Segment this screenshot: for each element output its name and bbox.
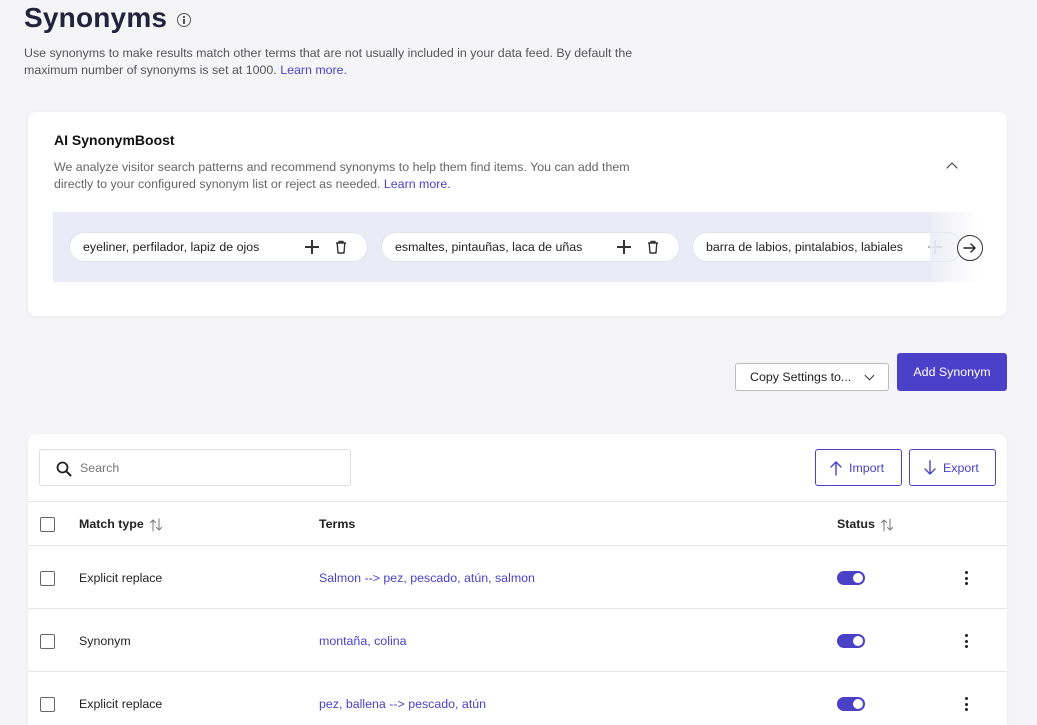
trash-icon[interactable] bbox=[647, 240, 659, 254]
table-header: Match type Terms Status bbox=[28, 501, 1007, 546]
suggestion-chip: eyeliner, perfilador, lapiz de ojos bbox=[69, 232, 368, 262]
info-icon[interactable] bbox=[177, 13, 192, 27]
match-type-label: Match type bbox=[79, 517, 144, 531]
trash-icon[interactable] bbox=[335, 240, 347, 254]
copy-settings-select[interactable]: Copy Settings to... bbox=[735, 363, 889, 391]
boost-title: AI SynonymBoost bbox=[54, 132, 175, 148]
ai-synonym-boost-card: AI SynonymBoost We analyze visitor searc… bbox=[28, 112, 1007, 316]
match-type-cell: Synonym bbox=[79, 634, 131, 648]
more-options-icon[interactable] bbox=[962, 696, 970, 712]
more-options-icon[interactable] bbox=[962, 633, 970, 649]
table-row: Explicit replace pez, ballena --> pescad… bbox=[28, 672, 1007, 725]
terms-link[interactable]: montaña, colina bbox=[319, 634, 406, 648]
row-checkbox[interactable] bbox=[40, 634, 55, 649]
search-field[interactable] bbox=[39, 449, 351, 486]
column-header-status[interactable]: Status bbox=[837, 517, 894, 532]
more-options-icon[interactable] bbox=[962, 570, 970, 586]
status-toggle[interactable] bbox=[837, 697, 865, 711]
arrow-down-icon bbox=[924, 459, 936, 475]
status-toggle[interactable] bbox=[837, 634, 865, 648]
select-all-checkbox[interactable] bbox=[40, 517, 55, 532]
arrow-right-icon[interactable] bbox=[957, 235, 983, 261]
suggestion-text: esmaltes, pintauñas, laca de uñas bbox=[395, 240, 583, 254]
search-input[interactable] bbox=[80, 458, 340, 478]
plus-icon[interactable] bbox=[305, 240, 319, 254]
table-row: Synonym montaña, colina bbox=[28, 609, 1007, 672]
column-header-terms: Terms bbox=[319, 517, 356, 531]
boost-description-text: We analyze visitor search patterns and r… bbox=[54, 160, 630, 191]
synonyms-table-card: Import Export Match type Terms Status Ex… bbox=[28, 434, 1007, 725]
suggestion-text: eyeliner, perfilador, lapiz de ojos bbox=[83, 240, 260, 254]
import-button[interactable]: Import bbox=[815, 449, 902, 486]
status-toggle[interactable] bbox=[837, 571, 865, 585]
suggestion-chip: esmaltes, pintauñas, laca de uñas bbox=[381, 232, 680, 262]
export-label: Export bbox=[943, 460, 979, 475]
suggestion-text: barra de labios, pintalabios, labiales bbox=[706, 240, 903, 254]
row-checkbox[interactable] bbox=[40, 697, 55, 712]
page-description: Use synonyms to make results match other… bbox=[24, 45, 684, 79]
search-icon bbox=[56, 461, 72, 477]
import-label: Import bbox=[849, 460, 885, 475]
page-header: Synonyms bbox=[24, 2, 192, 34]
sort-icon bbox=[881, 518, 894, 532]
table-row: Explicit replace Salmon --> pez, pescado… bbox=[28, 546, 1007, 609]
sort-icon bbox=[150, 518, 163, 532]
boost-description: We analyze visitor search patterns and r… bbox=[54, 159, 654, 193]
page-title: Synonyms bbox=[24, 2, 168, 33]
row-checkbox[interactable] bbox=[40, 571, 55, 586]
add-synonym-button[interactable]: Add Synonym bbox=[897, 353, 1007, 391]
terms-link[interactable]: Salmon --> pez, pescado, atún, salmon bbox=[319, 571, 535, 585]
copy-settings-label: Copy Settings to... bbox=[750, 370, 852, 384]
chevron-up-icon[interactable] bbox=[943, 158, 961, 176]
export-button[interactable]: Export bbox=[909, 449, 996, 486]
match-type-cell: Explicit replace bbox=[79, 571, 163, 585]
boost-learn-more-link[interactable]: Learn more. bbox=[384, 177, 451, 191]
plus-icon[interactable] bbox=[617, 240, 631, 254]
suggestion-chip: barra de labios, pintalabios, labiales bbox=[692, 232, 962, 262]
match-type-cell: Explicit replace bbox=[79, 697, 163, 711]
arrow-up-icon bbox=[830, 460, 842, 476]
learn-more-link[interactable]: Learn more. bbox=[280, 63, 347, 77]
chevron-down-icon bbox=[864, 370, 875, 381]
column-header-match-type[interactable]: Match type bbox=[79, 517, 163, 532]
status-label: Status bbox=[837, 517, 875, 531]
terms-link[interactable]: pez, ballena --> pescado, atún bbox=[319, 697, 486, 711]
